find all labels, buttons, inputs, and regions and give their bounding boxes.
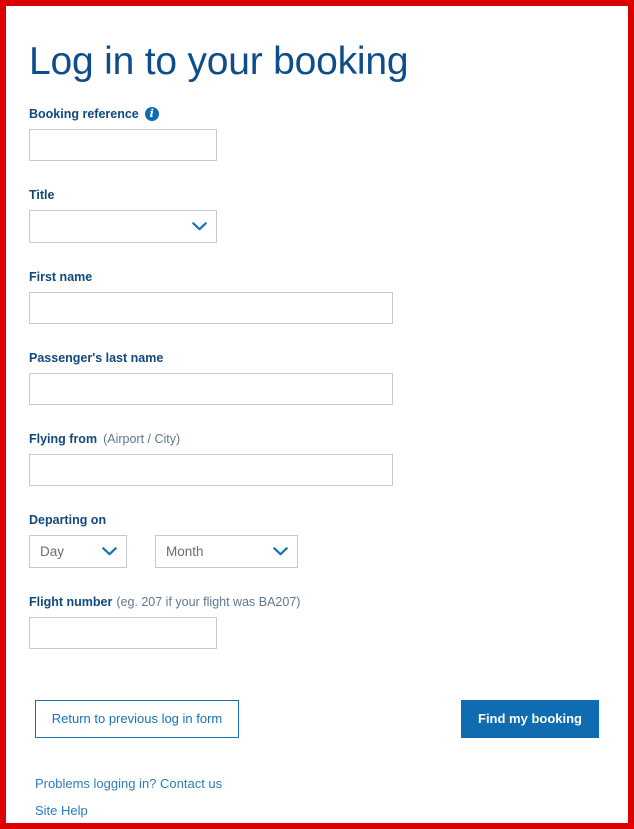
chevron-down-icon <box>98 536 120 567</box>
day-select[interactable]: Day <box>29 535 127 568</box>
field-flying-from: Flying from (Airport / City) <box>29 431 393 486</box>
booking-reference-input[interactable] <box>29 129 217 161</box>
title-select[interactable] <box>29 210 217 243</box>
chevron-down-icon <box>269 536 291 567</box>
flying-from-input[interactable] <box>29 454 393 486</box>
departing-on-row: Day Month <box>29 528 298 568</box>
first-name-input[interactable] <box>29 292 393 324</box>
departing-on-label-text: Departing on <box>29 513 107 527</box>
return-to-previous-login-form-button[interactable]: Return to previous log in form <box>35 700 239 738</box>
field-booking-reference: Booking reference <box>29 106 217 161</box>
contact-us-link[interactable]: Problems logging in? Contact us <box>35 776 222 791</box>
page-content: Log in to your booking Booking reference… <box>6 6 628 823</box>
flight-number-label-text: Flight number <box>29 595 113 609</box>
find-my-booking-button[interactable]: Find my booking <box>461 700 599 738</box>
page-title: Log in to your booking <box>29 40 409 84</box>
info-icon[interactable] <box>144 106 159 122</box>
last-name-label-text: Passenger's last name <box>29 351 164 365</box>
booking-reference-label: Booking reference <box>29 106 217 122</box>
flying-from-label-text: Flying from <box>29 432 98 446</box>
booking-login-page: Log in to your booking Booking reference… <box>0 0 634 829</box>
first-name-label-text: First name <box>29 270 93 284</box>
flying-from-hint: (Airport / City) <box>103 432 181 446</box>
title-label: Title <box>29 187 217 203</box>
flying-from-label: Flying from (Airport / City) <box>29 431 393 447</box>
day-select-value: Day <box>40 544 65 559</box>
field-departing-on: Departing on Day Month <box>29 512 298 568</box>
site-help-link[interactable]: Site Help <box>35 803 88 818</box>
flight-number-input[interactable] <box>29 617 217 649</box>
last-name-input[interactable] <box>29 373 393 405</box>
booking-reference-label-text: Booking reference <box>29 107 139 121</box>
flight-number-label: Flight number (eg. 207 if your flight wa… <box>29 594 300 610</box>
title-label-text: Title <box>29 188 55 202</box>
month-select-value: Month <box>166 544 204 559</box>
departing-on-label: Departing on <box>29 512 298 528</box>
field-title: Title <box>29 187 217 243</box>
flight-number-hint: (eg. 207 if your flight was BA207) <box>116 595 301 609</box>
last-name-label: Passenger's last name <box>29 350 393 366</box>
chevron-down-icon <box>188 211 210 242</box>
field-first-name: First name <box>29 269 393 324</box>
field-flight-number: Flight number (eg. 207 if your flight wa… <box>29 594 300 649</box>
first-name-label: First name <box>29 269 393 285</box>
field-last-name: Passenger's last name <box>29 350 393 405</box>
month-select[interactable]: Month <box>155 535 298 568</box>
